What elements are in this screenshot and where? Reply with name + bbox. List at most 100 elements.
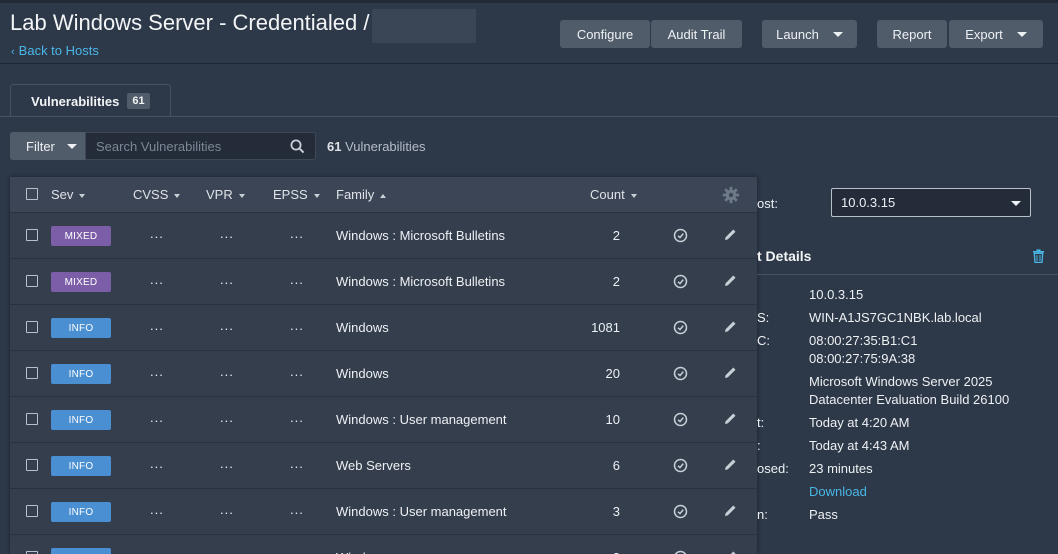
cvss-value: ... <box>150 502 164 517</box>
epss-value: ... <box>290 502 304 517</box>
tab-count-badge: 61 <box>127 93 150 109</box>
host-details-title: t Details <box>757 248 812 264</box>
accept-risk-icon[interactable] <box>673 274 688 292</box>
top-border <box>0 0 1058 3</box>
launch-label: Launch <box>776 26 819 42</box>
column-header-vpr[interactable]: VPR <box>206 187 245 202</box>
epss-header-label: EPSS <box>273 187 308 202</box>
host-details-divider <box>757 274 1058 275</box>
accept-risk-icon[interactable] <box>673 550 688 554</box>
edit-pencil-icon[interactable] <box>724 366 737 382</box>
row-checkbox[interactable] <box>26 413 38 425</box>
column-header-count[interactable]: Count <box>590 187 637 202</box>
severity-badge: MIXED <box>51 272 111 292</box>
sort-down-icon <box>174 193 181 198</box>
accept-risk-icon[interactable] <box>673 412 688 430</box>
table-row[interactable]: INFO......... Windows : User management 10 <box>10 397 757 443</box>
severity-badge: INFO <box>51 548 111 554</box>
column-header-epss[interactable]: EPSS <box>273 187 320 202</box>
family-value: Windows : User management <box>336 412 507 427</box>
detail-end-label: : <box>757 438 761 453</box>
gear-icon[interactable] <box>722 186 740 207</box>
table-row[interactable]: INFO......... Windows 1081 <box>10 305 757 351</box>
column-header-cvss[interactable]: CVSS <box>133 187 181 202</box>
detail-mac-label: C: <box>757 333 770 348</box>
accept-risk-icon[interactable] <box>673 320 688 338</box>
table-row[interactable]: MIXED......... Windows : Microsoft Bullet… <box>10 213 757 259</box>
table-row[interactable]: MIXED......... Windows : Microsoft Bullet… <box>10 259 757 305</box>
family-value: Windows <box>336 550 389 554</box>
search-input[interactable] <box>86 133 276 159</box>
vpr-value: ... <box>220 364 234 379</box>
detail-dns-label: S: <box>757 310 770 325</box>
chevron-down-icon <box>66 143 77 149</box>
row-checkbox[interactable] <box>26 321 38 333</box>
cvss-value: ... <box>150 272 164 287</box>
export-button[interactable]: Export <box>949 20 1043 48</box>
edit-pencil-icon[interactable] <box>724 504 737 520</box>
sort-down-icon <box>238 193 245 198</box>
accept-risk-icon[interactable] <box>673 366 688 384</box>
count-value: 10 <box>605 412 620 427</box>
launch-button[interactable]: Launch <box>762 20 857 48</box>
sort-up-icon <box>380 193 387 198</box>
severity-badge: INFO <box>51 318 111 338</box>
row-checkbox[interactable] <box>26 367 38 379</box>
detail-start-label: t: <box>757 415 765 430</box>
row-checkbox[interactable] <box>26 505 38 517</box>
filter-label: Filter <box>26 138 55 154</box>
accept-risk-icon[interactable] <box>673 458 688 476</box>
vpr-value: ... <box>220 548 234 554</box>
edit-pencil-icon[interactable] <box>724 228 737 244</box>
count-value: 20 <box>605 366 620 381</box>
detail-mac-value-1: 08:00:27:35:B1:C1 <box>809 333 918 348</box>
edit-pencil-icon[interactable] <box>724 550 737 554</box>
sev-header-label: Sev <box>51 187 74 202</box>
vulnerability-count: 61 Vulnerabilities <box>327 139 426 154</box>
configure-label: Configure <box>576 26 634 42</box>
family-value: Web Servers <box>336 458 411 473</box>
cvss-value: ... <box>150 410 164 425</box>
tab-vulnerabilities[interactable]: Vulnerabilities 61 <box>10 84 171 117</box>
audit-trail-label: Audit Trail <box>667 26 726 42</box>
table-row[interactable]: INFO......... Windows 2 <box>10 535 757 554</box>
tab-divider <box>0 116 1058 117</box>
cvss-value: ... <box>150 318 164 333</box>
row-checkbox[interactable] <box>26 275 38 287</box>
export-label: Export <box>965 26 1003 42</box>
search-box <box>85 132 316 160</box>
table-row[interactable]: INFO......... Windows 20 <box>10 351 757 397</box>
download-link[interactable]: Download <box>809 484 867 499</box>
severity-badge: INFO <box>51 410 111 430</box>
edit-pencil-icon[interactable] <box>724 412 737 428</box>
table-row[interactable]: INFO......... Web Servers 6 <box>10 443 757 489</box>
family-value: Windows : Microsoft Bulletins <box>336 274 506 289</box>
report-button[interactable]: Report <box>877 20 947 48</box>
filter-button[interactable]: Filter <box>10 132 85 160</box>
accept-risk-icon[interactable] <box>673 504 688 522</box>
column-header-sev[interactable]: Sev <box>51 187 86 202</box>
table-row[interactable]: INFO......... Windows : User management 3 <box>10 489 757 535</box>
edit-pencil-icon[interactable] <box>724 274 737 290</box>
trash-icon[interactable] <box>1032 249 1045 266</box>
detail-elapsed-label: osed: <box>757 461 789 476</box>
back-to-hosts-link[interactable]: ‹ Back to Hosts <box>11 43 99 58</box>
cvss-value: ... <box>150 548 164 554</box>
row-checkbox[interactable] <box>26 229 38 241</box>
vpr-value: ... <box>220 272 234 287</box>
row-checkbox[interactable] <box>26 459 38 471</box>
edit-pencil-icon[interactable] <box>724 458 737 474</box>
audit-trail-button[interactable]: Audit Trail <box>651 20 742 48</box>
count-value: 1081 <box>591 320 620 335</box>
select-all-checkbox[interactable] <box>26 188 38 200</box>
result-count-number: 61 <box>327 139 342 154</box>
vpr-value: ... <box>220 456 234 471</box>
detail-os-value-1: Microsoft Windows Server 2025 <box>809 374 993 389</box>
host-select[interactable]: 10.0.3.15 <box>831 188 1031 217</box>
column-header-family[interactable]: Family <box>336 187 387 202</box>
search-icon[interactable] <box>290 139 305 157</box>
tab-label: Vulnerabilities <box>31 93 120 109</box>
edit-pencil-icon[interactable] <box>724 320 737 336</box>
configure-button[interactable]: Configure <box>560 20 650 48</box>
accept-risk-icon[interactable] <box>673 228 688 246</box>
